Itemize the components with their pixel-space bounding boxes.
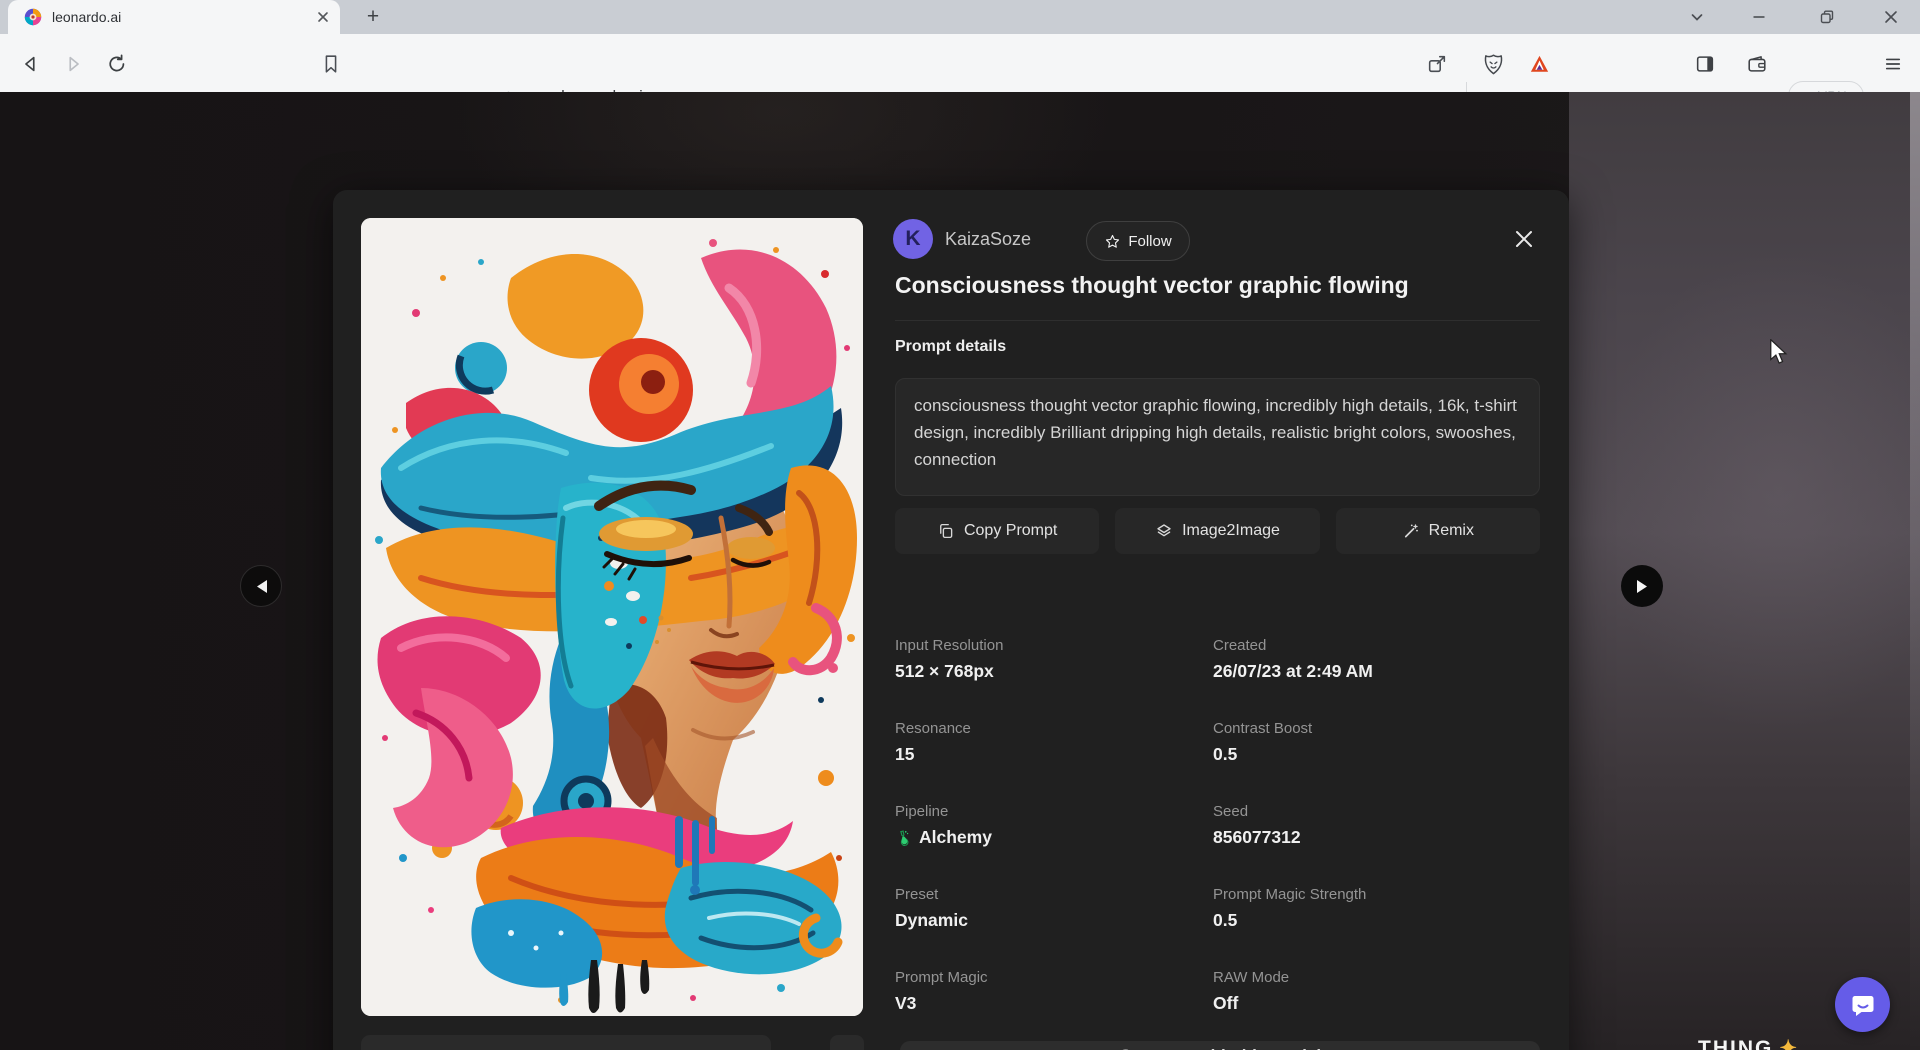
detail-input-resolution: Input Resolution 512 × 768px [895, 637, 1205, 682]
share-icon[interactable] [1424, 51, 1450, 77]
generate-with-model-button[interactable]: Generate with this model [900, 1041, 1540, 1050]
arrow-left-icon [255, 579, 268, 594]
prompt-actions: Copy Prompt Image2Image Remix [895, 508, 1540, 554]
generation-details-grid: Input Resolution 512 × 768px Created 26/… [895, 637, 1540, 1017]
bookmark-icon[interactable] [318, 51, 344, 77]
copy-prompt-button[interactable]: Copy Prompt [895, 508, 1099, 554]
browser-toolbar: app.leonardo.ai VPN [0, 34, 1920, 92]
copy-icon [937, 522, 955, 540]
detail-prompt-magic-strength: Prompt Magic Strength 0.5 [1213, 886, 1523, 931]
wand-icon [1402, 522, 1420, 540]
page-scrollbar[interactable] [1910, 92, 1920, 1050]
tab-title: leonardo.ai [52, 9, 316, 25]
image2image-button[interactable]: Image2Image [1115, 508, 1319, 554]
generated-image[interactable] [361, 218, 863, 1016]
window-minimize-button[interactable] [1736, 0, 1782, 34]
favicon-art [24, 8, 42, 26]
detail-raw-mode: RAW Mode Off [1213, 969, 1523, 1014]
partial-caption-text: THING✦ [1698, 1036, 1799, 1050]
star-icon [1104, 233, 1121, 250]
leonardo-favicon-icon [24, 8, 42, 26]
prompt-details-heading: Prompt details [895, 338, 1006, 356]
detail-seed: Seed 856077312 [1213, 803, 1523, 848]
avatar[interactable]: K [893, 219, 933, 259]
detail-resonance: Resonance 15 [895, 720, 1205, 765]
mini-action-button[interactable] [830, 1035, 864, 1050]
window-restore-button[interactable] [1804, 0, 1850, 34]
brave-shields-lion-icon[interactable] [1480, 51, 1506, 77]
new-tab-button[interactable]: + [358, 3, 388, 31]
image2image-label: Image2Image [1182, 522, 1280, 540]
menu-hamburger-icon[interactable] [1880, 51, 1906, 77]
model-mini-card[interactable] [361, 1035, 771, 1050]
sparkle-icon: ✦ [1779, 1037, 1799, 1050]
detail-prompt-magic: Prompt Magic V3 [895, 969, 1205, 1014]
divider [895, 320, 1540, 321]
layers-icon [1155, 522, 1173, 540]
detail-contrast-boost: Contrast Boost 0.5 [1213, 720, 1523, 765]
brave-rewards-bat-icon[interactable] [1526, 51, 1552, 77]
detail-preset: Preset Dynamic [895, 886, 1205, 931]
mouse-cursor [1768, 339, 1790, 370]
window-close-button[interactable] [1868, 0, 1914, 34]
blurred-page-background [1569, 92, 1920, 1050]
artwork-illustration [361, 218, 863, 1016]
remix-label: Remix [1429, 522, 1474, 540]
prompt-text-box[interactable]: consciousness thought vector graphic flo… [895, 378, 1540, 496]
detail-pipeline: Pipeline Alchemy [895, 803, 1205, 848]
image-detail-modal: K KaizaSoze Follow Consciousness thought… [333, 190, 1569, 1050]
support-chat-button[interactable] [1835, 977, 1890, 1032]
previous-image-button[interactable] [240, 565, 282, 607]
modal-close-icon[interactable] [1511, 226, 1537, 252]
user-name[interactable]: KaizaSoze [945, 229, 1031, 250]
browser-tab[interactable]: leonardo.ai [8, 0, 340, 34]
image-title: Consciousness thought vector graphic flo… [895, 272, 1535, 299]
wallet-icon[interactable] [1744, 51, 1770, 77]
back-button-icon[interactable] [18, 51, 44, 77]
chat-bubble-icon [1849, 991, 1877, 1019]
forward-button-icon[interactable] [60, 51, 86, 77]
browser-window: leonardo.ai + [0, 0, 1920, 1050]
follow-label: Follow [1128, 233, 1171, 250]
tab-bar: leonardo.ai + [0, 0, 1920, 34]
reload-button-icon[interactable] [104, 51, 130, 77]
copy-prompt-label: Copy Prompt [964, 522, 1057, 540]
remix-button[interactable]: Remix [1336, 508, 1540, 554]
follow-button[interactable]: Follow [1086, 221, 1190, 261]
alchemy-flask-icon [895, 829, 912, 846]
detail-created: Created 26/07/23 at 2:49 AM [1213, 637, 1523, 682]
sidebar-panel-icon[interactable] [1692, 51, 1718, 77]
tab-close-icon[interactable] [316, 10, 330, 24]
arrow-right-icon [1636, 579, 1649, 594]
next-image-button[interactable] [1621, 565, 1663, 607]
tab-search-chevron-icon[interactable] [1674, 0, 1720, 34]
